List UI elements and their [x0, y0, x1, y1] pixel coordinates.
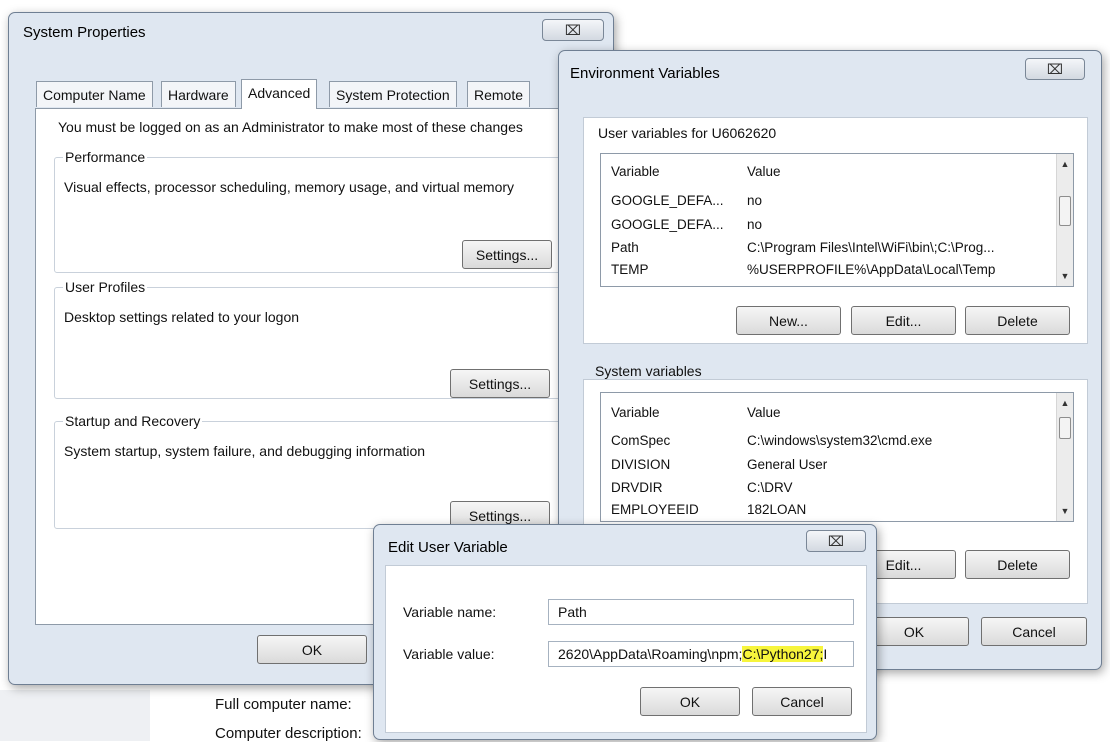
tab-computer-name[interactable]: Computer Name	[36, 81, 153, 107]
performance-description: Visual effects, processor scheduling, me…	[64, 179, 515, 195]
table-row-value[interactable]: C:\Program Files\Intel\WiFi\bin\;C:\Prog…	[747, 240, 995, 255]
scroll-thumb[interactable]	[1059, 196, 1071, 226]
text-cursor: I	[823, 646, 828, 662]
cancel-button[interactable]: Cancel	[752, 687, 852, 716]
ok-button[interactable]: OK	[640, 687, 740, 716]
table-row-variable[interactable]: TEMP	[611, 262, 649, 277]
column-header-variable[interactable]: Variable	[611, 405, 660, 420]
table-row-variable[interactable]: EMPLOYEEID	[611, 502, 699, 517]
system-variables-list[interactable]: Variable Value ComSpec C:\windows\system…	[600, 392, 1074, 522]
scroll-thumb[interactable]	[1059, 417, 1071, 439]
full-computer-name-label: Full computer name:	[215, 696, 352, 713]
performance-label: Performance	[63, 149, 148, 165]
computer-description-label: Computer description:	[215, 725, 362, 742]
window-title: System Properties	[23, 24, 146, 41]
user-profiles-label: User Profiles	[63, 279, 148, 295]
dialog-title: Edit User Variable	[388, 539, 508, 556]
variable-name-label: Variable name:	[403, 604, 497, 620]
startup-recovery-label: Startup and Recovery	[63, 413, 203, 429]
scroll-up-icon[interactable]: ▲	[1057, 156, 1073, 172]
user-profiles-description: Desktop settings related to your logon	[64, 309, 300, 325]
table-row-value[interactable]: 182LOAN	[747, 502, 806, 517]
edit-user-variable-button[interactable]: Edit...	[851, 306, 956, 335]
tab-hardware[interactable]: Hardware	[161, 81, 236, 107]
scroll-up-icon[interactable]: ▲	[1057, 395, 1073, 411]
admin-note: You must be logged on as an Administrato…	[58, 119, 523, 135]
column-header-variable[interactable]: Variable	[611, 164, 660, 179]
delete-user-variable-button[interactable]: Delete	[965, 306, 1070, 335]
startup-recovery-description: System startup, system failure, and debu…	[64, 443, 426, 459]
table-row-variable[interactable]: ComSpec	[611, 433, 670, 448]
system-variables-scrollbar[interactable]: ▲ ▼	[1056, 393, 1073, 521]
table-row-value[interactable]: C:\windows\system32\cmd.exe	[747, 433, 932, 448]
table-row-variable[interactable]: GOOGLE_DEFA...	[611, 217, 724, 232]
user-variables-list[interactable]: Variable Value GOOGLE_DEFA... no GOOGLE_…	[600, 153, 1074, 287]
scroll-down-icon[interactable]: ▼	[1057, 268, 1073, 284]
close-icon: ⌧	[827, 532, 845, 549]
close-button[interactable]: ⌧	[542, 19, 604, 41]
close-button[interactable]: ⌧	[1025, 58, 1085, 80]
window-title: Environment Variables	[570, 65, 720, 82]
table-row-variable[interactable]: Path	[611, 240, 639, 255]
close-icon: ⌧	[1046, 60, 1064, 77]
background-panel	[0, 690, 150, 741]
table-row-value[interactable]: no	[747, 193, 762, 208]
table-row-variable[interactable]: DRVDIR	[611, 480, 663, 495]
column-header-value[interactable]: Value	[747, 164, 781, 179]
user-variables-scrollbar[interactable]: ▲ ▼	[1056, 154, 1073, 286]
tab-remote[interactable]: Remote	[467, 81, 531, 107]
scroll-down-icon[interactable]: ▼	[1057, 503, 1073, 519]
table-row-value[interactable]: no	[747, 217, 762, 232]
variable-value-field[interactable]: 2620\AppData\Roaming\npm;C:\Python27;I	[548, 641, 854, 667]
variable-value-text: 2620\AppData\Roaming\npm;	[558, 646, 743, 662]
table-row-variable[interactable]: GOOGLE_DEFA...	[611, 193, 724, 208]
python-path-highlight: C:\Python27;	[742, 646, 824, 662]
user-variables-group: User variables for U6062620 Variable Val…	[583, 117, 1088, 344]
dialog-body: Variable name: Path Variable value: 2620…	[385, 565, 867, 733]
close-button[interactable]: ⌧	[806, 530, 866, 552]
delete-system-variable-button[interactable]: Delete	[965, 550, 1070, 579]
tab-advanced[interactable]: Advanced	[241, 79, 318, 109]
table-row-variable[interactable]: DIVISION	[611, 457, 670, 472]
table-row-value[interactable]: C:\DRV	[747, 480, 793, 495]
tab-system-protection[interactable]: System Protection	[329, 81, 457, 107]
user-variables-label: User variables for U6062620	[598, 125, 777, 141]
table-row-value[interactable]: General User	[747, 457, 827, 472]
ok-button[interactable]: OK	[257, 635, 367, 664]
system-variables-label: System variables	[595, 363, 702, 379]
cancel-button[interactable]: Cancel	[981, 617, 1087, 646]
variable-value-label: Variable value:	[403, 646, 495, 662]
user-profiles-settings-button[interactable]: Settings...	[450, 369, 550, 398]
performance-settings-button[interactable]: Settings...	[462, 240, 552, 269]
close-icon: ⌧	[564, 21, 582, 38]
table-row-value[interactable]: %USERPROFILE%\AppData\Local\Temp	[747, 262, 995, 277]
new-user-variable-button[interactable]: New...	[736, 306, 841, 335]
variable-name-field[interactable]: Path	[548, 599, 854, 625]
column-header-value[interactable]: Value	[747, 405, 781, 420]
edit-user-variable-dialog: Edit User Variable ⌧ Variable name: Path…	[373, 524, 877, 740]
